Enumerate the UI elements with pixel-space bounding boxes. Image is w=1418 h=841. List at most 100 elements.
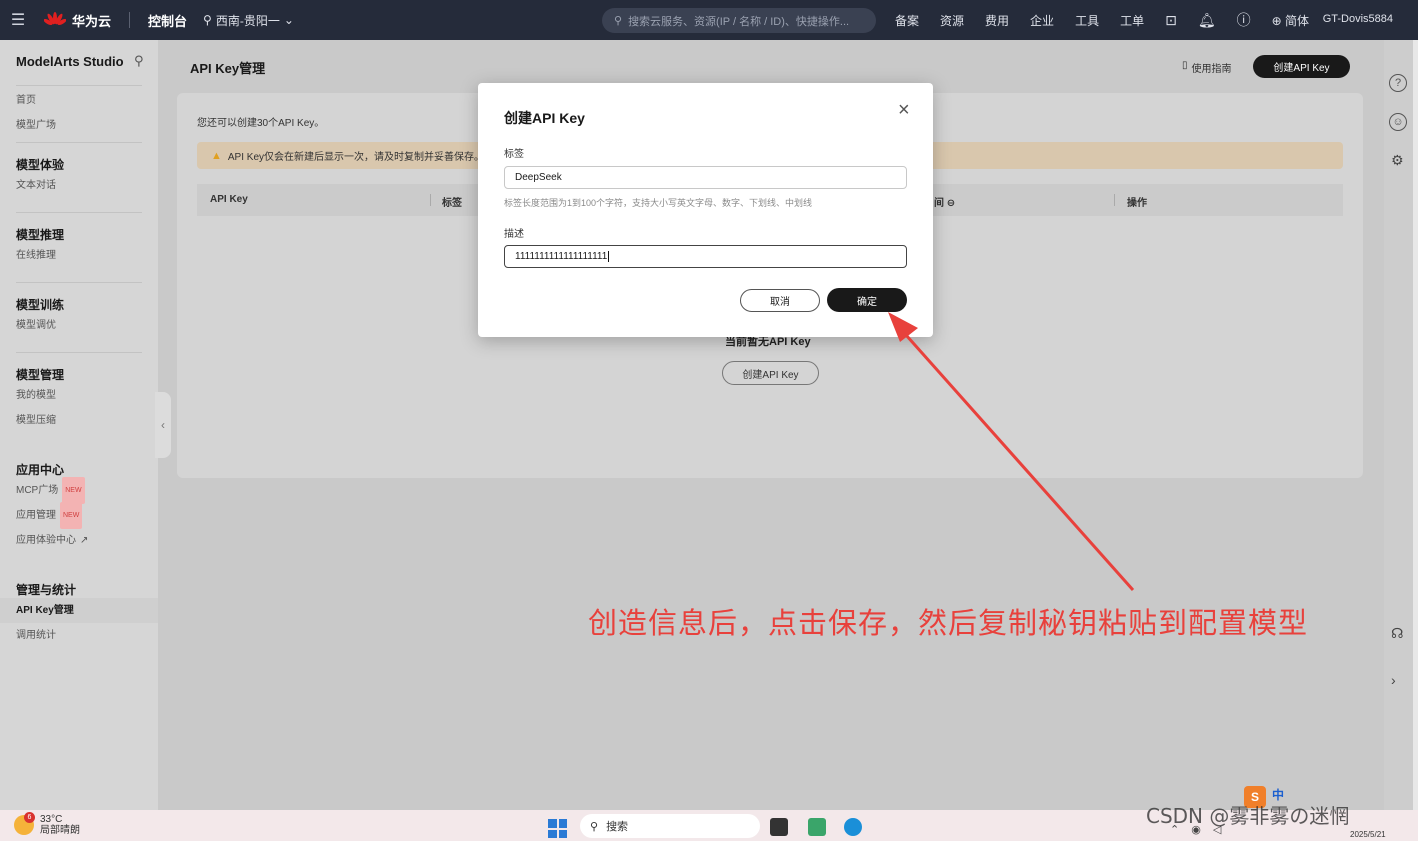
description-input[interactable]: 1111111111111111111 bbox=[504, 245, 907, 268]
region-selector[interactable]: ⚲ 西南-贵阳一 ⌄ bbox=[203, 12, 294, 29]
group-title: 管理与统计 bbox=[16, 583, 77, 597]
top-bar: ☰ 华为云 控制台 ⚲ 西南-贵阳一 ⌄ ⚲ 搜索云服务、资源(IP / 名称 … bbox=[0, 0, 1418, 40]
edge-browser-icon[interactable] bbox=[844, 818, 862, 836]
sidebar-item-my-models[interactable]: 我的模型 bbox=[0, 383, 158, 408]
weather-widget[interactable]: 6 33°C 局部晴朗 bbox=[14, 812, 80, 836]
sidebar-item-text-chat[interactable]: 文本对话 bbox=[0, 173, 158, 198]
group-title: 模型推理 bbox=[16, 228, 65, 242]
group-title: 模型训练 bbox=[16, 298, 65, 312]
create-api-key-button[interactable]: 创建API Key bbox=[1253, 55, 1350, 78]
chevron-down-icon: ⌄ bbox=[283, 13, 294, 27]
column-divider bbox=[1114, 194, 1115, 206]
weather-badge: 6 bbox=[24, 812, 35, 823]
warning-text: API Key仅会在新建后显示一次，请及时复制并妥善保存。 bbox=[227, 152, 485, 163]
topnav-item-resources[interactable]: 资源 bbox=[940, 12, 964, 29]
new-badge: NEW bbox=[62, 477, 85, 504]
text-caret bbox=[608, 251, 610, 262]
sidebar-item-home[interactable]: 首页 bbox=[0, 88, 158, 113]
global-search-input[interactable]: ⚲ 搜索云服务、资源(IP / 名称 / ID)、快捷操作... bbox=[602, 8, 876, 33]
sidebar-group-app-center: 应用中心 MCP广场 NEW 应用管理 NEW 应用体验中心 ↗ bbox=[0, 461, 158, 553]
top-nav: 备案 资源 费用 企业 工具 工单 ⊡ 🔔︎ ⓘ ⊕ 简体 bbox=[895, 0, 1309, 40]
topnav-item-filing[interactable]: 备案 bbox=[895, 12, 919, 29]
sidebar-item-mcp-square[interactable]: MCP广场 NEW bbox=[0, 477, 158, 504]
chevron-left-icon: ‹ bbox=[161, 418, 165, 432]
taskbar-search[interactable]: ⚲ 搜索 bbox=[580, 814, 760, 838]
sidebar-group-stats: 管理与统计 API Key管理 调用统计 bbox=[0, 581, 158, 648]
search-icon: ⚲ bbox=[590, 820, 599, 833]
help-icon[interactable]: ? bbox=[1389, 74, 1407, 92]
location-pin-icon: ⚲ bbox=[203, 13, 212, 27]
huawei-logo[interactable]: 华为云 bbox=[44, 11, 111, 30]
quota-text: 您还可以创建30个API Key。 bbox=[197, 118, 325, 129]
topnav-item-enterprise[interactable]: 企业 bbox=[1030, 12, 1054, 29]
taskbar-search-label: 搜索 bbox=[606, 821, 629, 833]
column-header-api-key: API Key bbox=[210, 194, 248, 205]
page-title: API Key管理 bbox=[190, 61, 266, 76]
divider bbox=[16, 212, 142, 213]
sidebar-collapse-button[interactable]: ‹ bbox=[155, 392, 171, 458]
user-account[interactable]: GT-Dovis5884 bbox=[1323, 13, 1393, 25]
terminal-icon[interactable]: ⊡ bbox=[1165, 12, 1177, 29]
column-divider bbox=[430, 194, 431, 206]
sidebar-item-model-compression[interactable]: 模型压缩 bbox=[0, 408, 158, 433]
search-placeholder: 搜索云服务、资源(IP / 名称 / ID)、快捷操作... bbox=[628, 15, 850, 28]
hamburger-menu-icon[interactable]: ☰ bbox=[0, 10, 36, 30]
studio-title: ModelArts Studio bbox=[16, 54, 124, 69]
column-header-time[interactable]: 间 ⊖ bbox=[934, 194, 955, 209]
new-badge: NEW bbox=[60, 502, 83, 529]
divider bbox=[129, 12, 131, 28]
annotation-text: 创造信息后，点击保存，然后复制秘钥粘贴到配置模型 bbox=[588, 606, 1309, 640]
temperature: 33°C bbox=[40, 814, 63, 825]
tag-hint: 标签长度范围为1到100个字符，支持大小写英文字母、数字、下划线、中划线 bbox=[504, 198, 813, 208]
topnav-item-tools[interactable]: 工具 bbox=[1075, 12, 1099, 29]
sidebar-search-icon[interactable]: ⚲ bbox=[134, 53, 144, 69]
item-label: 应用管理 bbox=[16, 510, 56, 521]
sidebar-item-model-square[interactable]: 模型广场 bbox=[0, 113, 158, 138]
sidebar-item-online-inference[interactable]: 在线推理 bbox=[0, 243, 158, 268]
weather-condition: 局部晴朗 bbox=[40, 825, 80, 836]
group-title: 应用中心 bbox=[16, 463, 65, 477]
taskbar-app-icon[interactable] bbox=[770, 818, 788, 836]
help-icon[interactable]: ⓘ bbox=[1237, 10, 1251, 30]
topnav-item-tickets[interactable]: 工单 bbox=[1120, 12, 1144, 29]
sidebar-item-call-stats[interactable]: 调用统计 bbox=[0, 623, 158, 648]
language-label: 简体 bbox=[1285, 13, 1310, 28]
tag-input[interactable]: DeepSeek bbox=[504, 166, 907, 189]
sort-icon: ⊖ bbox=[946, 198, 956, 209]
item-label: 应用体验中心 bbox=[16, 535, 76, 546]
close-icon[interactable]: × bbox=[898, 99, 910, 122]
sidebar-item-model-tuning[interactable]: 模型调优 bbox=[0, 313, 158, 338]
page-scrollbar[interactable] bbox=[1413, 40, 1418, 810]
chevron-right-icon[interactable]: › bbox=[1391, 672, 1396, 688]
divider bbox=[16, 85, 142, 86]
sidebar-item-app-experience[interactable]: 应用体验中心 ↗ bbox=[0, 528, 158, 553]
taskbar-app-icon[interactable] bbox=[808, 818, 826, 836]
create-api-key-dialog: 创建API Key × 标签 DeepSeek 标签长度范围为1到100个字符，… bbox=[478, 83, 933, 337]
bell-icon[interactable]: 🔔︎ bbox=[1198, 12, 1216, 29]
column-header-actions: 操作 bbox=[1127, 198, 1147, 209]
language-selector[interactable]: ⊕ 简体 bbox=[1272, 12, 1309, 29]
cancel-button[interactable]: 取消 bbox=[740, 289, 820, 312]
feedback-smile-icon[interactable]: ☺ bbox=[1389, 113, 1407, 131]
watermark: CSDN @雾非雾の迷惘 bbox=[1146, 804, 1350, 828]
settings-gear-icon[interactable]: ⚙ bbox=[1391, 152, 1404, 169]
dialog-title: 创建API Key bbox=[504, 110, 585, 126]
console-link[interactable]: 控制台 bbox=[148, 11, 187, 30]
windows-start-icon[interactable] bbox=[548, 819, 567, 838]
globe-icon: ⊕ bbox=[1271, 13, 1282, 28]
document-icon: ▯ bbox=[1182, 60, 1188, 71]
headset-icon[interactable]: ☊ bbox=[1391, 625, 1403, 642]
sidebar-item-api-key[interactable]: API Key管理 bbox=[0, 598, 158, 623]
confirm-button[interactable]: 确定 bbox=[827, 288, 907, 312]
guide-label: 使用指南 bbox=[1191, 64, 1232, 75]
sidebar-top-group: 首页 模型广场 bbox=[0, 88, 158, 138]
brand-name: 华为云 bbox=[72, 13, 112, 29]
user-guide-link[interactable]: ▯ 使用指南 bbox=[1182, 60, 1232, 75]
empty-create-api-key-button[interactable]: 创建API Key bbox=[722, 361, 819, 385]
topnav-item-billing[interactable]: 费用 bbox=[985, 12, 1009, 29]
warning-icon: ▲ bbox=[211, 149, 222, 162]
sidebar-item-app-management[interactable]: 应用管理 NEW bbox=[0, 502, 158, 529]
region-label: 西南-贵阳一 bbox=[215, 13, 280, 28]
clock-date[interactable]: 2025/5/21 bbox=[1350, 830, 1386, 839]
column-label: 间 bbox=[934, 198, 944, 209]
